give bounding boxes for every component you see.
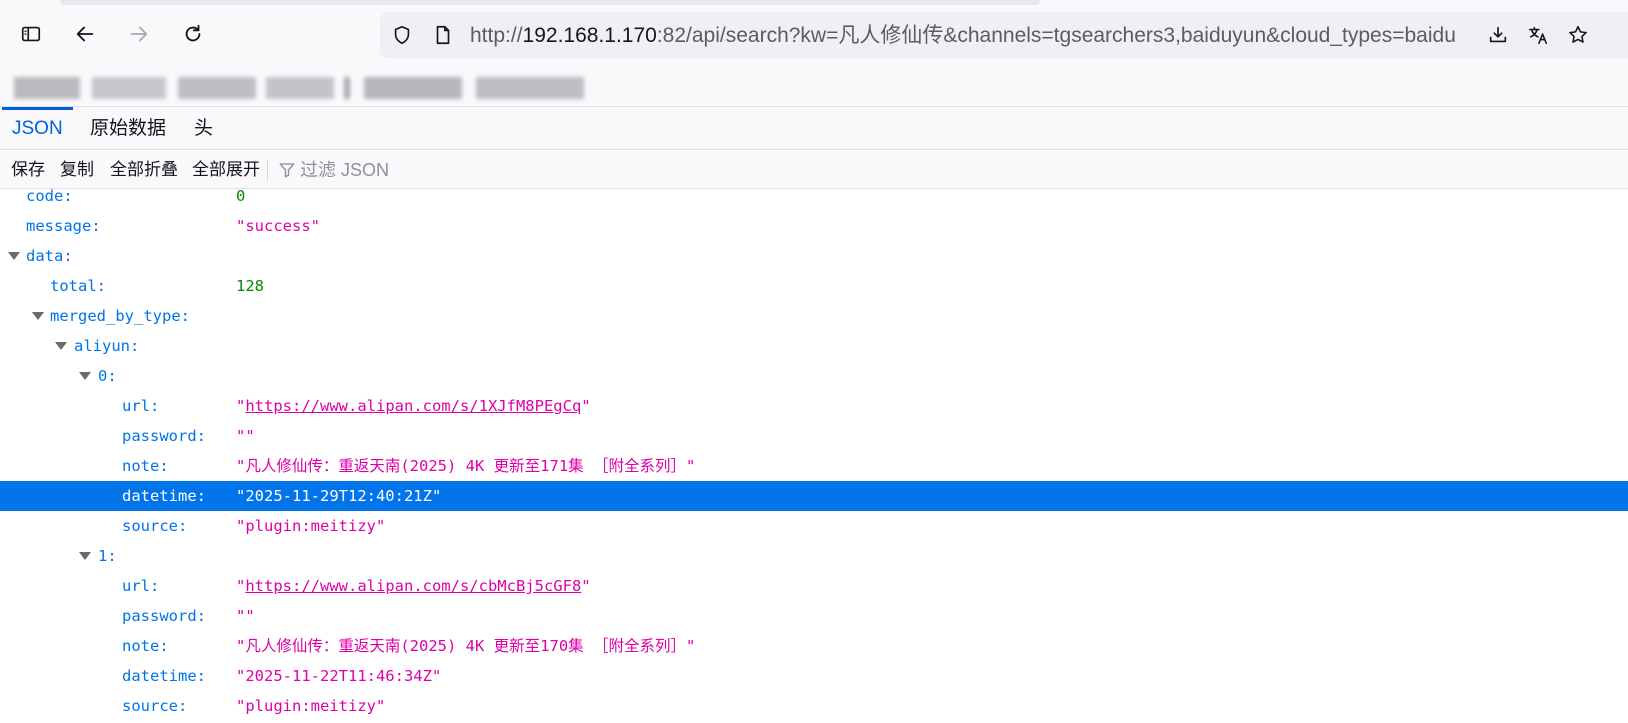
back-button[interactable] <box>67 16 103 52</box>
expand-toggle-icon[interactable] <box>79 372 91 380</box>
bookmark-item[interactable] <box>364 77 462 99</box>
reload-button[interactable] <box>175 16 211 52</box>
save-to-device-icon[interactable] <box>1486 23 1510 47</box>
json-row[interactable]: source: "plugin:meitizy" <box>0 511 1628 541</box>
json-row[interactable]: note: "凡人修仙传：重返天南(2025) 4K 更新至171集 ［附全系列… <box>0 451 1628 481</box>
sidebar-toggle-button[interactable] <box>13 16 49 52</box>
json-key: datetime: <box>122 667 206 685</box>
json-value: "plugin:meitizy" <box>236 697 386 715</box>
json-value: "" <box>236 607 255 625</box>
json-row[interactable]: 0: <box>0 361 1628 391</box>
reload-icon <box>185 24 201 42</box>
url-link[interactable]: https://www.alipan.com/s/1XJfM8PEgCq <box>245 397 581 415</box>
json-row[interactable]: merged_by_type: <box>0 301 1628 331</box>
action-divider <box>267 159 268 181</box>
tab-strip-remnant <box>60 0 1040 5</box>
json-row[interactable]: code: 0 <box>0 189 1628 211</box>
bookmarks-toolbar <box>0 71 1628 107</box>
json-value: "2025-11-22T11:46:34Z" <box>236 667 442 685</box>
url-link[interactable]: https://www.alipan.com/s/cbMcBj5cGF8 <box>245 577 581 595</box>
json-value: "" <box>236 427 255 445</box>
json-key: password: <box>122 607 206 625</box>
json-key: password: <box>122 427 206 445</box>
page-info-icon[interactable] <box>431 23 455 47</box>
bookmark-item[interactable] <box>266 77 334 99</box>
browser-toolbar: http://192.168.1.170:82/api/search?kw=凡人… <box>0 0 1628 71</box>
json-key: note: <box>122 457 169 475</box>
json-key: message: <box>26 217 101 235</box>
json-row[interactable]: source: "plugin:meitizy" <box>0 691 1628 721</box>
json-key: total: <box>50 277 106 295</box>
json-key: merged_by_type: <box>50 307 190 325</box>
address-bar[interactable]: http://192.168.1.170:82/api/search?kw=凡人… <box>380 12 1628 58</box>
json-row-selected[interactable]: datetime: "2025-11-29T12:40:21Z" <box>0 481 1628 511</box>
json-row[interactable]: password: "" <box>0 601 1628 631</box>
json-row[interactable]: 1: <box>0 541 1628 571</box>
collapse-all-button[interactable]: 全部折叠 <box>110 151 178 189</box>
tab-json[interactable]: JSON <box>2 107 73 150</box>
json-value: 128 <box>236 277 264 295</box>
json-row[interactable]: note: "凡人修仙传：重返天南(2025) 4K 更新至170集 ［附全系列… <box>0 631 1628 661</box>
url-scheme: http:// <box>470 24 523 47</box>
bookmark-item[interactable] <box>476 77 584 99</box>
json-viewer-tabs: JSON 原始数据 头 <box>0 107 1628 150</box>
json-row[interactable]: datetime: "2025-11-22T11:46:34Z" <box>0 661 1628 691</box>
json-key: source: <box>122 697 188 715</box>
arrow-right-icon <box>130 26 148 42</box>
bookmark-item[interactable] <box>92 77 166 99</box>
json-key: 1: <box>98 547 117 565</box>
json-key: url: <box>122 577 160 595</box>
save-button[interactable]: 保存 <box>11 151 45 189</box>
json-key: aliyun: <box>74 337 140 355</box>
json-value: "2025-11-29T12:40:21Z" <box>236 487 442 505</box>
json-row[interactable]: password: "" <box>0 421 1628 451</box>
expand-toggle-icon[interactable] <box>79 552 91 560</box>
json-value: "https://www.alipan.com/s/1XJfM8PEgCq" <box>236 397 591 415</box>
json-key: note: <box>122 637 169 655</box>
tracking-protection-shield-icon[interactable] <box>390 23 414 47</box>
json-key: datetime: <box>122 487 206 505</box>
json-row[interactable]: message: "success" <box>0 211 1628 241</box>
expand-all-button[interactable]: 全部展开 <box>192 151 260 189</box>
filter-json-input[interactable]: 过滤 JSON <box>278 151 389 189</box>
json-value: "凡人修仙传：重返天南(2025) 4K 更新至170集 ［附全系列］" <box>236 637 696 655</box>
filter-icon <box>279 163 295 178</box>
json-key: code: <box>26 189 73 205</box>
expand-toggle-icon[interactable] <box>8 252 20 260</box>
json-value: "https://www.alipan.com/s/cbMcBj5cGF8" <box>236 577 591 595</box>
bookmark-item[interactable] <box>14 77 80 99</box>
expand-toggle-icon[interactable] <box>55 342 67 350</box>
expand-toggle-icon[interactable] <box>32 312 44 320</box>
json-value: "plugin:meitizy" <box>236 517 386 535</box>
json-tree: code: 0 message: "success" data: total: … <box>0 189 1628 723</box>
json-key: data: <box>26 247 73 265</box>
json-row[interactable]: url: "https://www.alipan.com/s/1XJfM8PEg… <box>0 391 1628 421</box>
sidebar-icon <box>21 26 41 42</box>
tab-headers[interactable]: 头 <box>184 107 223 150</box>
url-text[interactable]: http://192.168.1.170:82/api/search?kw=凡人… <box>470 23 1580 49</box>
url-path: :82/api/search?kw=凡人修仙传&channels=tgsearc… <box>656 24 1456 47</box>
bookmark-star-icon[interactable] <box>1566 23 1590 47</box>
forward-button[interactable] <box>121 16 157 52</box>
copy-button[interactable]: 复制 <box>60 151 94 189</box>
translate-icon[interactable] <box>1526 23 1550 47</box>
json-action-bar: 保存 复制 全部折叠 全部展开 过滤 JSON <box>0 151 1628 189</box>
json-value: "凡人修仙传：重返天南(2025) 4K 更新至171集 ［附全系列］" <box>236 457 696 475</box>
arrow-left-icon <box>76 26 94 42</box>
json-row[interactable]: aliyun: <box>0 331 1628 361</box>
bookmark-item[interactable] <box>178 77 256 99</box>
json-key: url: <box>122 397 160 415</box>
json-value: "success" <box>236 217 320 235</box>
json-key: 0: <box>98 367 117 385</box>
json-row[interactable]: url: "https://www.alipan.com/s/cbMcBj5cG… <box>0 571 1628 601</box>
json-row[interactable]: total: 128 <box>0 271 1628 301</box>
bookmark-separator <box>344 77 350 99</box>
filter-placeholder: 过滤 JSON <box>300 160 390 180</box>
json-value: 0 <box>236 189 246 205</box>
json-row[interactable]: data: <box>0 241 1628 271</box>
json-key: source: <box>122 517 188 535</box>
url-host: 192.168.1.170 <box>522 24 657 47</box>
tab-raw-data[interactable]: 原始数据 <box>80 107 176 150</box>
